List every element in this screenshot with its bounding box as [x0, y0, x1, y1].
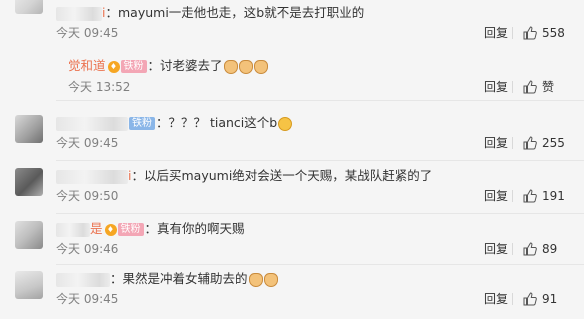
separator [512, 27, 513, 39]
divider [56, 160, 584, 161]
divider [56, 264, 584, 265]
comment-item: ：果然是冲着女辅助去的 今天 09:45 回复 91 [0, 266, 584, 319]
separator [512, 243, 513, 255]
comment-time: 今天 09:45 [56, 292, 119, 306]
like-count: 赞 [542, 80, 555, 94]
comment-line: i：mayumi一走他也走，这b就不是去打职业的 [56, 3, 574, 23]
thumbs-up-icon [523, 80, 537, 94]
dizzy-emoji-icon [278, 116, 293, 131]
comment-time: 今天 09:45 [56, 26, 119, 40]
fan-level-icon: ♦ [104, 223, 117, 236]
comment-line: 铁粉：？？？ tianci这个b [56, 113, 574, 133]
thumbs-up-icon [523, 189, 537, 203]
divider [56, 213, 584, 214]
iron-fan-badge: 铁粉 [120, 60, 147, 73]
like-count: 91 [542, 292, 558, 306]
reply-button[interactable]: 回复 [484, 188, 508, 204]
username-blurred[interactable] [56, 272, 110, 287]
avatar[interactable] [15, 0, 43, 14]
avatar[interactable] [15, 168, 43, 196]
thumbs-up-icon [523, 242, 537, 256]
cat-emoji-icon [253, 59, 268, 74]
comment-item: i：以后买mayumi绝对会送一个天赐，某战队赶紧的了 今天 09:50 回复 … [0, 163, 584, 216]
thumbs-up-icon [523, 292, 537, 306]
username[interactable]: 觉和道 [68, 58, 106, 73]
comment-time: 今天 09:46 [56, 242, 119, 256]
username-blurred[interactable] [56, 116, 128, 131]
avatar[interactable] [15, 221, 43, 249]
reply-button[interactable]: 回复 [484, 79, 508, 95]
comment-time: 今天 09:45 [56, 136, 119, 150]
iron-fan-badge: 铁粉 [117, 223, 144, 236]
comment-item: 觉和道 ♦ 铁粉 ：讨老婆去了 今天 13:52 回复 赞 [0, 53, 584, 99]
comment-text: ：mayumi一走他也走，这b就不是去打职业的 [105, 5, 365, 20]
iron-fan-badge: 铁粉 [129, 117, 155, 130]
comment-time: 今天 09:50 [56, 189, 119, 203]
like-button[interactable]: 赞 [512, 78, 574, 96]
username-blurred[interactable] [56, 222, 90, 237]
like-button[interactable]: 191 [512, 187, 574, 205]
comment-line: i：以后买mayumi绝对会送一个天赐，某战队赶紧的了 [56, 166, 574, 186]
comment-line: 觉和道 ♦ 铁粉 ：讨老婆去了 [68, 56, 574, 76]
like-button[interactable]: 255 [512, 134, 574, 152]
divider [56, 100, 584, 101]
comment-text: ：？？？ tianci这个b [156, 115, 278, 130]
thumbs-up-icon [523, 136, 537, 150]
reply-button[interactable]: 回复 [484, 291, 508, 307]
comment-line: ：果然是冲着女辅助去的 [56, 269, 574, 289]
thumbs-up-icon [523, 26, 537, 40]
reply-button[interactable]: 回复 [484, 241, 508, 257]
cat-emoji-icon [248, 272, 263, 287]
reply-button[interactable]: 回复 [484, 135, 508, 151]
like-count: 255 [542, 136, 565, 150]
cat-emoji-icon [238, 59, 253, 74]
comment-item: 铁粉：？？？ tianci这个b 今天 09:45 回复 255 [0, 110, 584, 163]
username-blurred[interactable] [56, 169, 128, 184]
comment-line: 是 ♦ 铁粉 ：真有你的啊天赐 [56, 219, 574, 239]
like-count: 558 [542, 26, 565, 40]
comment-text: ：以后买mayumi绝对会送一个天赐，某战队赶紧的了 [131, 168, 433, 183]
comment-text: ：讨老婆去了 [147, 58, 223, 73]
avatar[interactable] [15, 115, 43, 143]
username[interactable]: 是 [90, 221, 103, 236]
reply-button[interactable]: 回复 [484, 25, 508, 41]
cat-emoji-icon [263, 272, 278, 287]
username-blurred[interactable] [56, 6, 102, 21]
comment-text: ：真有你的啊天赐 [144, 221, 245, 236]
like-count: 89 [542, 242, 558, 256]
fan-level-icon: ♦ [107, 60, 120, 73]
like-count: 191 [542, 189, 565, 203]
like-button[interactable]: 89 [512, 240, 574, 258]
comment-text: ：果然是冲着女辅助去的 [110, 271, 248, 286]
avatar[interactable] [15, 271, 43, 299]
comment-item: 是 ♦ 铁粉 ：真有你的啊天赐 今天 09:46 回复 89 [0, 216, 584, 269]
separator [512, 293, 513, 305]
comment-time: 今天 13:52 [68, 80, 131, 94]
comment-item: i：mayumi一走他也走，这b就不是去打职业的 今天 09:45 回复 558 [0, 0, 584, 53]
like-button[interactable]: 91 [512, 290, 574, 308]
cat-emoji-icon [223, 59, 238, 74]
separator [512, 190, 513, 202]
like-button[interactable]: 558 [512, 24, 574, 42]
separator [512, 137, 513, 149]
separator [512, 81, 513, 93]
